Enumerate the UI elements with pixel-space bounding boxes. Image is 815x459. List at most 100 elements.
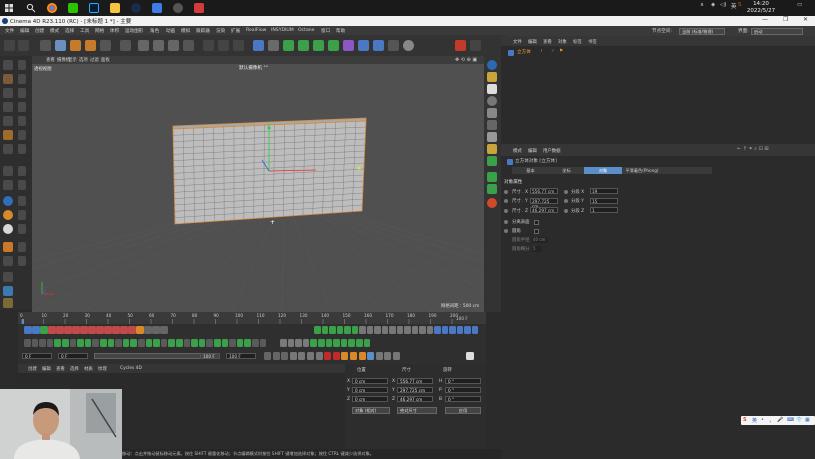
lock-y-icon[interactable] [153, 40, 164, 51]
size-anim-dot-0[interactable] [504, 189, 508, 194]
menu-item-15[interactable]: RealFlow [246, 28, 266, 33]
anim-tool-b-8[interactable] [374, 326, 381, 334]
back-arrow-icon[interactable]: ← [737, 146, 741, 152]
object-row[interactable]: 立方体 ⁞ ✓ ⚑ [505, 49, 811, 56]
app-red-icon[interactable] [194, 3, 204, 13]
tray-lang[interactable]: 英 [731, 2, 737, 10]
octane-side-icon-9[interactable] [487, 156, 497, 166]
menu-item-13[interactable]: 渲染 [216, 28, 225, 34]
layout-icon[interactable]: ▣ [472, 57, 477, 63]
coord-pos-field-1[interactable]: 0 cm [352, 387, 388, 393]
snap-tool-20[interactable] [176, 339, 183, 347]
minimize-button[interactable]: — [762, 16, 768, 23]
snap-tool-23[interactable] [198, 339, 206, 347]
playback-button-8[interactable] [332, 352, 340, 360]
polygons-mode-icon[interactable] [3, 116, 13, 126]
grid-icon[interactable] [373, 40, 384, 51]
octane-red-icon[interactable] [455, 40, 466, 51]
menu-item-4[interactable]: 选择 [65, 28, 74, 34]
coord-system-icon[interactable] [183, 40, 194, 51]
coord-rot-field-0[interactable]: 0 ° [445, 378, 481, 384]
menu-item-8[interactable]: 运动图形 [125, 28, 143, 34]
octane-side-icon-1[interactable] [487, 60, 497, 70]
snap-tool-14[interactable] [130, 339, 137, 347]
anim-tool-a-9[interactable] [96, 326, 104, 334]
chrome-icon[interactable] [47, 3, 57, 13]
anim-tool-a-7[interactable] [80, 326, 88, 334]
object-menu-5[interactable]: 书签 [588, 39, 597, 45]
octane-side-icon-5[interactable] [487, 108, 497, 118]
deformer-tool-10[interactable] [356, 339, 363, 347]
snap-tool-1[interactable] [31, 339, 39, 347]
snap-tool-26[interactable] [221, 339, 229, 347]
paint-icon[interactable] [3, 242, 13, 252]
anim-tool-a-17[interactable] [160, 326, 168, 334]
separate-surfaces-checkbox[interactable] [534, 219, 539, 225]
zoom-icon[interactable]: ⊕ [467, 57, 471, 63]
snap-tool-16[interactable] [145, 339, 153, 347]
playback-button-10[interactable] [350, 352, 357, 360]
snap-tool-6[interactable] [69, 339, 77, 347]
material-menu-6[interactable]: Cycles 4D [120, 366, 142, 371]
playback-button-4[interactable] [298, 352, 306, 360]
coord-pos-field-2[interactable]: 0 cm [352, 396, 388, 402]
sculpt-s2-icon[interactable] [3, 210, 13, 220]
snap-tool-30[interactable] [252, 339, 259, 347]
subdivision-icon[interactable] [283, 40, 294, 51]
tool2-icon-m[interactable] [18, 242, 26, 252]
menu-item-3[interactable]: 模式 [50, 28, 59, 34]
octane-dark-icon[interactable] [470, 40, 481, 51]
anim-tool-b-7[interactable] [366, 326, 373, 334]
anim-tool-b-19[interactable] [456, 326, 463, 334]
snap-tool-2[interactable] [39, 339, 46, 347]
anim-tool-a-0[interactable] [24, 326, 32, 334]
playback-button-9[interactable] [341, 352, 349, 360]
notification-icon[interactable]: ▭ [797, 2, 802, 8]
snap-tool-17[interactable] [153, 339, 160, 347]
menu-item-18[interactable]: 窗口 [321, 28, 330, 34]
live-select-icon[interactable] [40, 40, 51, 51]
search-attr-icon[interactable]: ⌕ [754, 146, 757, 152]
anim-tool-b-4[interactable] [344, 326, 351, 334]
rotate-icon[interactable] [85, 40, 96, 51]
timeline-ruler[interactable]: 100 F 0 10 20 30 40 50 60 70 80 90 100 110 120 130 140… [18, 312, 486, 324]
octane-side-icon-4[interactable] [487, 96, 497, 106]
octane-side-icon-12[interactable] [487, 198, 497, 208]
points-mode-icon[interactable] [3, 88, 13, 98]
pen-icon[interactable] [268, 40, 279, 51]
tool2-icon-f[interactable] [18, 130, 26, 140]
attr-tab-1[interactable]: 坐标 [549, 167, 584, 174]
anim-tool-a-3[interactable] [48, 326, 56, 334]
playback-button-7[interactable] [324, 352, 332, 360]
deformer-tool-3[interactable] [302, 339, 310, 347]
size-field-2[interactable]: 46.297 cm [530, 207, 558, 213]
tool2-icon-j[interactable] [18, 196, 26, 206]
menu-item-16[interactable]: INSYDIUM [271, 28, 294, 33]
menu-item-5[interactable]: 工具 [80, 28, 89, 34]
tool2-icon-l[interactable] [18, 224, 26, 234]
snap-tool-18[interactable] [160, 339, 168, 347]
uv-mode-icon[interactable] [3, 130, 13, 140]
lock-x-icon[interactable] [138, 40, 149, 51]
menu-item-9[interactable]: 角色 [150, 28, 159, 34]
gizmo-x-handle[interactable] [357, 166, 361, 170]
menu-item-10[interactable]: 动画 [166, 28, 175, 34]
windows-icon[interactable] [4, 3, 14, 13]
separate-surfaces-anim-dot[interactable] [504, 220, 508, 224]
snap-tool-21[interactable] [183, 339, 191, 347]
anim-tool-a-13[interactable] [128, 326, 136, 334]
menu-item-17[interactable]: Octane [298, 28, 315, 33]
field-icon[interactable] [328, 40, 339, 51]
snap-tool-3[interactable] [46, 339, 54, 347]
octane-side-icon-6[interactable] [487, 120, 497, 130]
texture-mode-icon[interactable] [3, 74, 13, 84]
scale-icon[interactable] [70, 40, 81, 51]
menu-item-7[interactable]: 体积 [110, 28, 119, 34]
object-name[interactable]: 立方体 [517, 49, 531, 55]
coord-rot-field-1[interactable]: 0 ° [445, 387, 481, 393]
tool2-icon-d[interactable] [18, 102, 26, 112]
object-menu-1[interactable]: 编辑 [528, 39, 537, 45]
fillet-radius-field[interactable]: 40 cm [532, 237, 548, 243]
seg-anim-dot-1[interactable] [564, 199, 568, 203]
snap-tool-24[interactable] [206, 339, 213, 347]
